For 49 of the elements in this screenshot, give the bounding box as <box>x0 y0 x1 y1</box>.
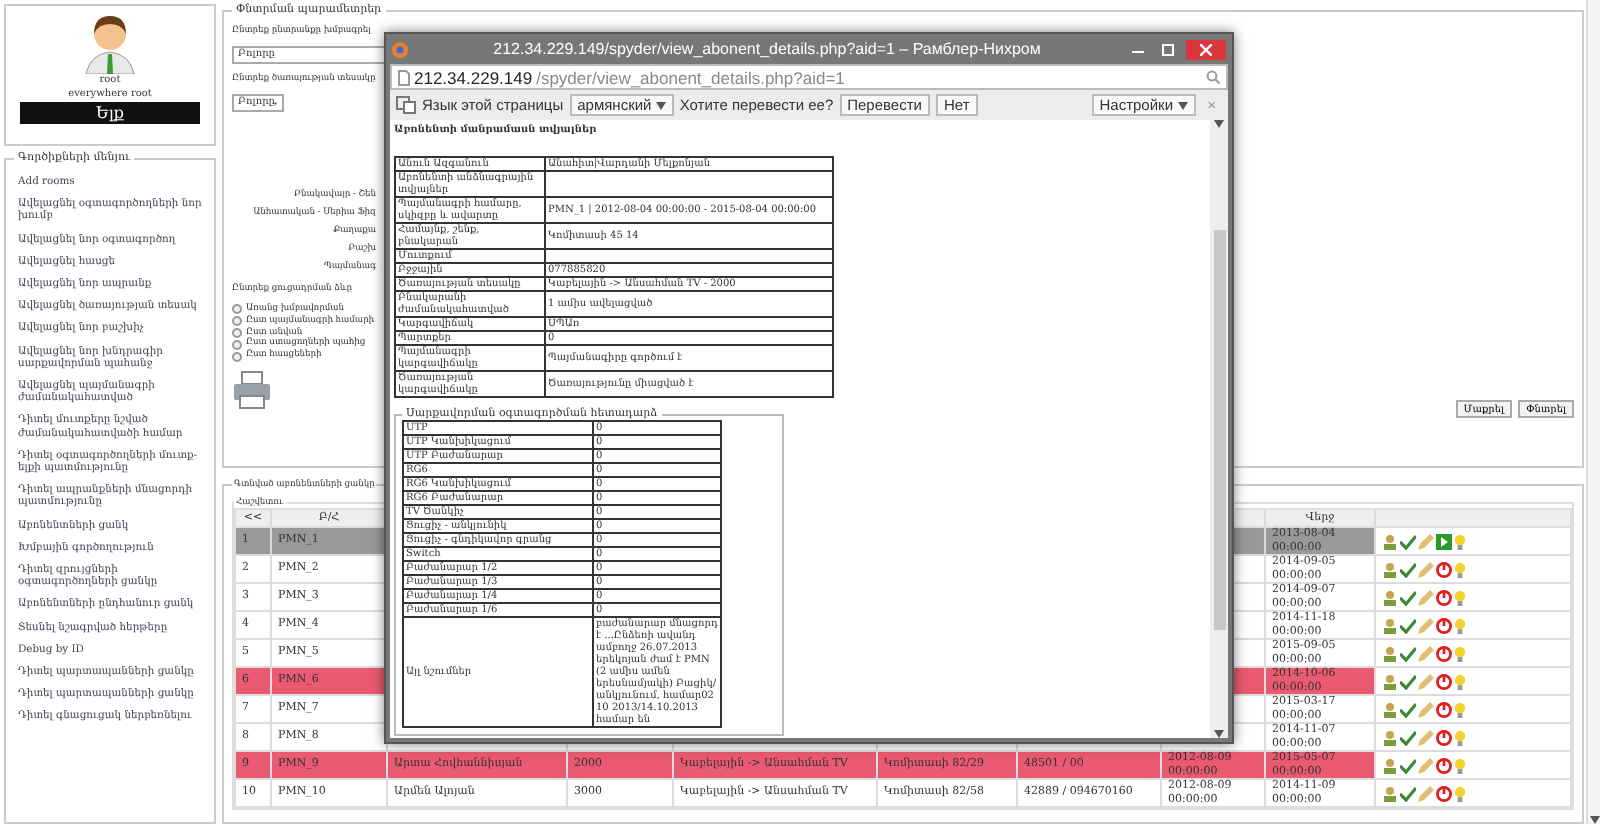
maximize-icon[interactable] <box>1161 43 1173 55</box>
scrollbar[interactable] <box>1586 0 1600 824</box>
window-title: 212.34.229.149/spyder/view_abonent_details.php?aid=1 – Рамблер-Нихром <box>491 40 1043 58</box>
caret-icon <box>1214 730 1224 738</box>
bulb-icon[interactable] <box>1454 701 1466 717</box>
play-icon[interactable] <box>1436 533 1452 549</box>
bulb-icon[interactable] <box>1454 617 1466 633</box>
close-icon <box>1200 43 1212 55</box>
user-icon[interactable] <box>1382 645 1398 661</box>
user-icon[interactable] <box>1382 785 1398 801</box>
power-icon[interactable] <box>1436 729 1452 745</box>
search-icon[interactable] <box>1206 70 1220 84</box>
bulb-icon[interactable] <box>1454 533 1466 549</box>
power-icon[interactable] <box>1436 645 1452 661</box>
printer-icon[interactable] <box>232 369 272 410</box>
bulb-icon[interactable] <box>1454 645 1466 661</box>
power-icon[interactable] <box>1436 561 1452 577</box>
power-icon[interactable] <box>1436 617 1452 633</box>
page-icon <box>398 69 410 85</box>
bulb-icon[interactable] <box>1454 561 1466 577</box>
url-path: /spyder/view_abonent_details.php?aid=1 <box>536 67 847 87</box>
user-icon[interactable] <box>1382 561 1398 577</box>
bulb-icon[interactable] <box>1454 729 1466 745</box>
user-icon[interactable] <box>1382 701 1398 717</box>
power-icon[interactable] <box>1436 701 1452 717</box>
user-icon[interactable] <box>1382 729 1398 745</box>
power-icon[interactable] <box>1436 589 1452 605</box>
power-icon[interactable] <box>1436 673 1452 689</box>
power-icon[interactable] <box>1436 757 1452 773</box>
translate-icon <box>396 96 416 114</box>
caret-icon <box>1589 816 1599 824</box>
user-icon[interactable] <box>1382 533 1398 549</box>
bulb-icon[interactable] <box>1454 757 1466 773</box>
scrollbar[interactable] <box>1210 120 1228 738</box>
user-icon[interactable] <box>1382 617 1398 633</box>
user-icon[interactable] <box>1382 589 1398 605</box>
bulb-icon[interactable] <box>1454 785 1466 801</box>
bulb-icon[interactable] <box>1454 589 1466 605</box>
user-icon[interactable] <box>1382 673 1398 689</box>
logout-button[interactable]: Ելք <box>20 102 200 124</box>
bulb-icon[interactable] <box>1454 673 1466 689</box>
close-button[interactable] <box>1186 39 1226 59</box>
address-field[interactable]: 212.34.229.149 /spyder/view_abonent_details.php?aid=1 <box>390 64 1228 90</box>
caret-icon <box>1177 102 1188 110</box>
caret-icon <box>655 102 666 110</box>
power-icon[interactable] <box>1436 785 1452 801</box>
user-icon[interactable] <box>1382 757 1398 773</box>
browser-logo-icon <box>392 41 408 57</box>
url-host: 212.34.229.149 <box>414 67 533 87</box>
